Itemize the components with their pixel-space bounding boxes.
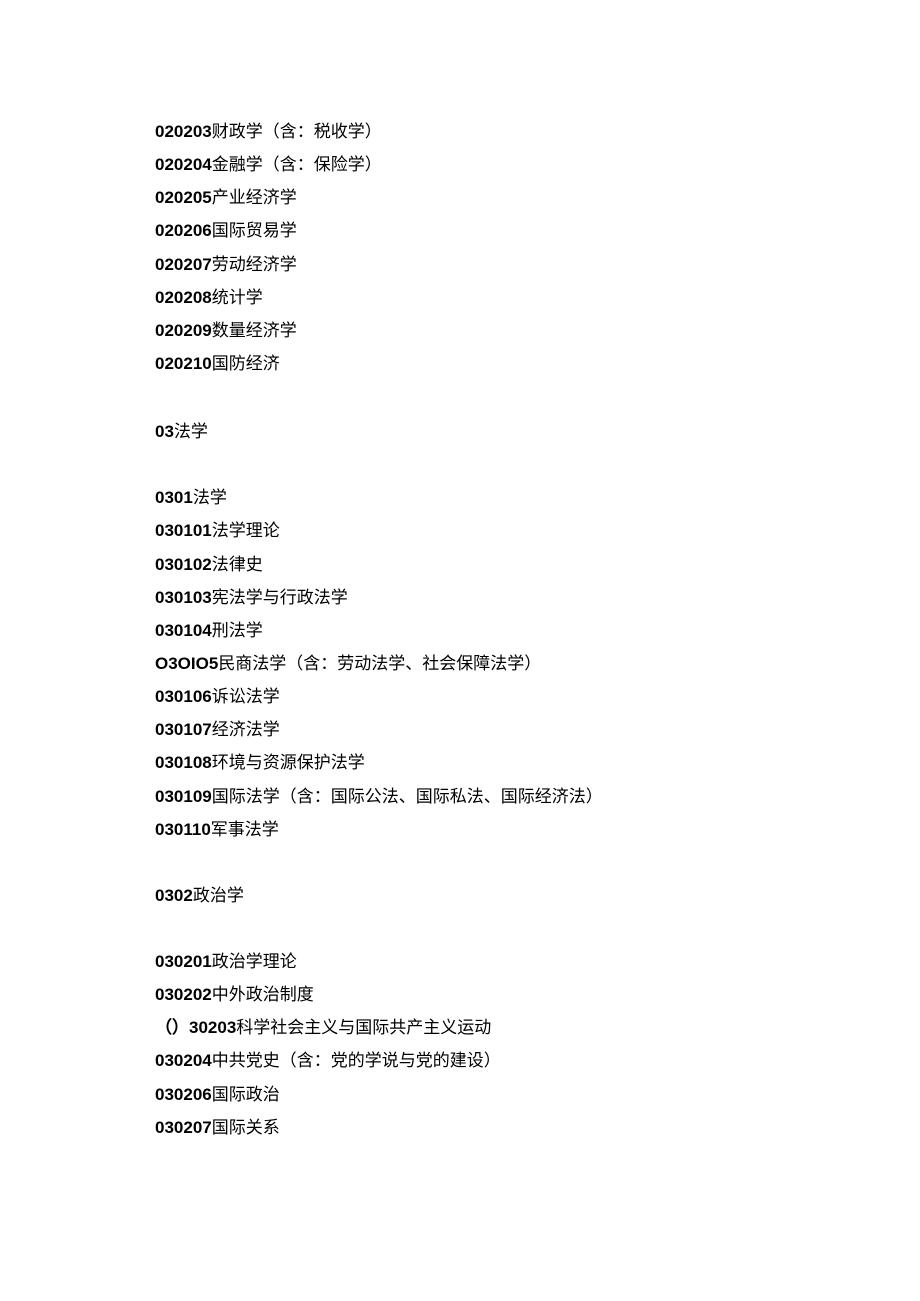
- item-label: 科学社会主义与国际共产主义运动: [236, 1018, 491, 1037]
- item-code: 030106: [155, 687, 212, 706]
- subsection-heading: 0302政治学: [155, 879, 765, 912]
- list-item: 020210国防经济: [155, 347, 765, 380]
- item-label: 刑法学: [212, 621, 263, 640]
- spacer: [155, 912, 765, 945]
- item-code: 0302: [155, 886, 193, 905]
- spacer: [155, 448, 765, 481]
- item-code: （）30203: [155, 1018, 236, 1037]
- list-item: O3OIO5民商法学（含：劳动法学、社会保障法学）: [155, 647, 765, 680]
- item-label: 数量经济学: [212, 321, 297, 340]
- item-code: 0301: [155, 488, 193, 507]
- list-item: （）30203科学社会主义与国际共产主义运动: [155, 1011, 765, 1044]
- item-code: 03: [155, 422, 174, 441]
- item-label: 中外政治制度: [212, 985, 314, 1004]
- item-code: 030103: [155, 588, 212, 607]
- item-label: 环境与资源保护法学: [212, 753, 365, 772]
- list-item: 030204中共党史（含：党的学说与党的建设）: [155, 1044, 765, 1077]
- item-label: 政治学理论: [212, 952, 297, 971]
- list-item: 030202中外政治制度: [155, 978, 765, 1011]
- item-code: 020205: [155, 188, 212, 207]
- item-label: 统计学: [212, 288, 263, 307]
- document-body: 020203财政学（含：税收学） 020204金融学（含：保险学） 020205…: [155, 115, 765, 1144]
- item-code: 020204: [155, 155, 212, 174]
- item-code: 020210: [155, 354, 212, 373]
- item-code: 030107: [155, 720, 212, 739]
- item-label: 产业经济学: [212, 188, 297, 207]
- item-label: 法学: [193, 488, 227, 507]
- item-label: 政治学: [193, 886, 244, 905]
- list-item: 030103宪法学与行政法学: [155, 581, 765, 614]
- item-code: 030207: [155, 1118, 212, 1137]
- list-item: 020205产业经济学: [155, 181, 765, 214]
- spacer: [155, 846, 765, 879]
- list-item: 030107经济法学: [155, 713, 765, 746]
- item-code: 020209: [155, 321, 212, 340]
- item-label: 法律史: [212, 555, 263, 574]
- item-code: 030101: [155, 521, 212, 540]
- item-label: 劳动经济学: [212, 255, 297, 274]
- item-code: 020207: [155, 255, 212, 274]
- item-label: 国际贸易学: [212, 221, 297, 240]
- item-code: 030201: [155, 952, 212, 971]
- item-label: 财政学（含：税收学）: [212, 122, 382, 141]
- item-label: 国际法学（含：国际公法、国际私法、国际经济法）: [212, 787, 603, 806]
- item-code: 020208: [155, 288, 212, 307]
- item-label: 经济法学: [212, 720, 280, 739]
- item-label: 诉讼法学: [212, 687, 280, 706]
- section-heading: 03法学: [155, 415, 765, 448]
- item-code: 020206: [155, 221, 212, 240]
- spacer: [155, 380, 765, 415]
- list-item: 020207劳动经济学: [155, 248, 765, 281]
- item-code: 030102: [155, 555, 212, 574]
- list-item: 030104刑法学: [155, 614, 765, 647]
- item-code: 030108: [155, 753, 212, 772]
- item-label: 国防经济: [212, 354, 280, 373]
- list-item: 030110军事法学: [155, 813, 765, 846]
- item-code: 030202: [155, 985, 212, 1004]
- list-item: 030109国际法学（含：国际公法、国际私法、国际经济法）: [155, 780, 765, 813]
- list-item: 020203财政学（含：税收学）: [155, 115, 765, 148]
- item-code: 030206: [155, 1085, 212, 1104]
- list-item: 030206国际政治: [155, 1078, 765, 1111]
- item-code: 020203: [155, 122, 212, 141]
- item-code: O3OIO5: [155, 654, 218, 673]
- list-item: 030101法学理论: [155, 514, 765, 547]
- item-label: 宪法学与行政法学: [212, 588, 348, 607]
- item-label: 法学理论: [212, 521, 280, 540]
- item-label: 金融学（含：保险学）: [212, 155, 382, 174]
- item-label: 国际关系: [212, 1118, 280, 1137]
- item-label: 法学: [174, 422, 208, 441]
- list-item: 020208统计学: [155, 281, 765, 314]
- list-item: 020204金融学（含：保险学）: [155, 148, 765, 181]
- item-code: 030110: [155, 820, 211, 839]
- list-item: 030108环境与资源保护法学: [155, 746, 765, 779]
- item-code: 030204: [155, 1051, 212, 1070]
- list-item: 030102法律史: [155, 548, 765, 581]
- item-code: 030109: [155, 787, 212, 806]
- item-label: 民商法学（含：劳动法学、社会保障法学）: [218, 654, 541, 673]
- list-item: 030106诉讼法学: [155, 680, 765, 713]
- list-item: 030201政治学理论: [155, 945, 765, 978]
- list-item: 020206国际贸易学: [155, 214, 765, 247]
- list-item: 030207国际关系: [155, 1111, 765, 1144]
- item-code: 030104: [155, 621, 212, 640]
- item-label: 军事法学: [211, 820, 279, 839]
- list-item: 020209数量经济学: [155, 314, 765, 347]
- item-label: 中共党史（含：党的学说与党的建设）: [212, 1051, 501, 1070]
- item-label: 国际政治: [212, 1085, 280, 1104]
- subsection-heading: 0301法学: [155, 481, 765, 514]
